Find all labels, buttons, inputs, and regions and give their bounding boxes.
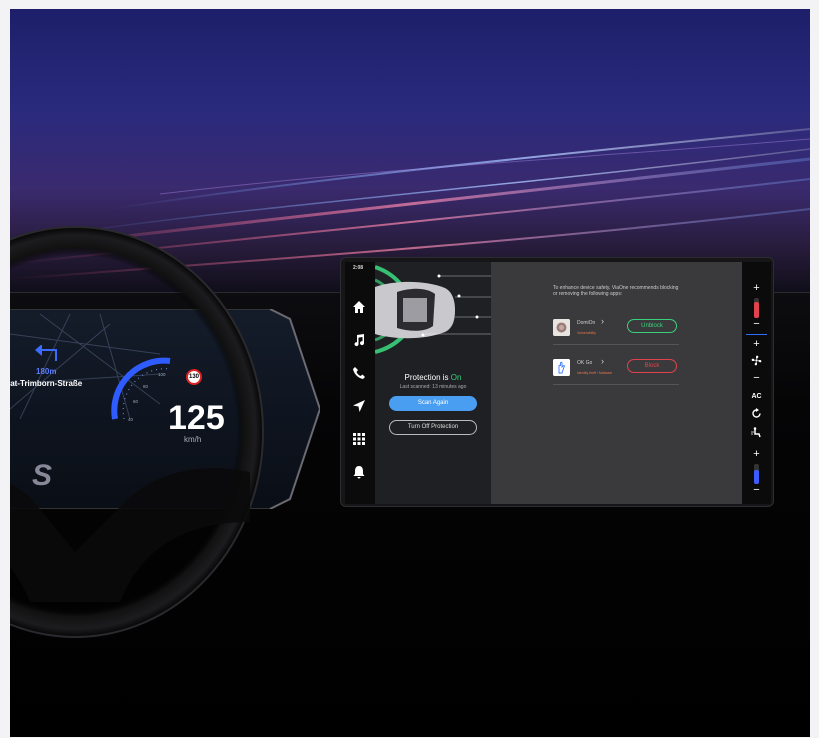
gauge-tick-60: 60 — [133, 399, 139, 404]
fan-plus-button[interactable]: + — [742, 338, 771, 350]
gauge-tick-80: 80 — [143, 384, 149, 389]
app-row-domion: DomiOn Vulnerability › Unblock — [553, 315, 679, 345]
last-scanned: Last scanned: 13 minutes ago — [399, 384, 467, 390]
temp-left-plus-button[interactable]: + — [742, 282, 771, 294]
climate-rail: + − + − AC + − — [742, 262, 771, 504]
protection-label: Protection is — [404, 373, 451, 382]
fan-minus-button[interactable]: − — [742, 372, 771, 384]
turn-distance: 180m — [36, 367, 57, 376]
screenshot-frame: 180m Landrat-Trimborn-Straße 40 60 80 10… — [10, 9, 810, 737]
temp-left-level — [754, 298, 759, 318]
app-row-ok-go: OK Go Identity theft / Malware › Block — [553, 355, 679, 385]
phone-icon[interactable] — [352, 366, 366, 380]
instrument-cluster: 180m Landrat-Trimborn-Straße 40 60 80 10… — [10, 309, 320, 509]
fan-icon — [751, 355, 762, 366]
divider — [746, 334, 767, 335]
block-button[interactable]: Block — [627, 359, 677, 373]
protection-status: Protection is On — [375, 373, 491, 382]
app-risk: Identity theft / Malware — [577, 371, 613, 375]
gauge-tick-100: 100 — [158, 372, 166, 377]
speed-unit: km/h — [184, 435, 202, 444]
scan-again-button[interactable]: Scan Again — [389, 396, 477, 411]
protection-on-state: On — [450, 373, 462, 382]
unblock-button[interactable]: Unblock — [627, 319, 677, 333]
chevron-right-icon[interactable]: › — [601, 356, 604, 366]
ok-go-app-icon — [553, 359, 570, 376]
seat-airflow-icon[interactable] — [751, 427, 762, 438]
chevron-right-icon[interactable]: › — [601, 316, 604, 326]
bell-icon[interactable] — [352, 465, 366, 479]
road-light-trails — [10, 128, 810, 280]
temp-right-plus-button[interactable]: + — [742, 448, 771, 460]
recommendation-text: To enhance device safety, ViaOne recomme… — [553, 285, 679, 298]
music-icon[interactable] — [352, 333, 366, 347]
infotainment-screen: 2:08 Protection is On Last scanned: 13 m… — [340, 257, 774, 507]
domion-app-icon — [553, 319, 570, 336]
apps-grid-icon[interactable] — [352, 432, 366, 446]
turn-off-protection-button[interactable]: Turn Off Protection — [389, 420, 477, 435]
app-risk: Vulnerability — [577, 331, 596, 335]
protection-panel: Protection is On Last scanned: 13 minute… — [375, 262, 491, 504]
car-top-view-illustration — [375, 265, 491, 354]
home-icon[interactable] — [352, 300, 366, 314]
app-name: OK Go — [577, 360, 593, 366]
recirculate-icon[interactable] — [751, 408, 762, 419]
ac-button[interactable]: AC — [742, 393, 771, 400]
current-speed: 125 — [168, 399, 225, 437]
nav-rail: 2:08 — [345, 262, 375, 504]
app-name: DomiOn — [577, 320, 596, 326]
recommendation-panel: To enhance device safety, ViaOne recomme… — [491, 262, 742, 504]
street-name: Landrat-Trimborn-Straße — [10, 379, 83, 388]
brand-logo: S — [32, 459, 53, 492]
temp-right-minus-button[interactable]: − — [742, 484, 771, 496]
temp-left-minus-button[interactable]: − — [742, 318, 771, 330]
turn-left-arrow-icon — [35, 345, 57, 361]
speed-limit-sign: 130 — [186, 369, 202, 385]
gauge-tick-40: 40 — [128, 417, 134, 422]
road-background — [10, 9, 810, 299]
navigation-icon[interactable] — [352, 399, 366, 413]
temp-right-level — [754, 464, 759, 484]
clock: 2:08 — [353, 265, 364, 271]
